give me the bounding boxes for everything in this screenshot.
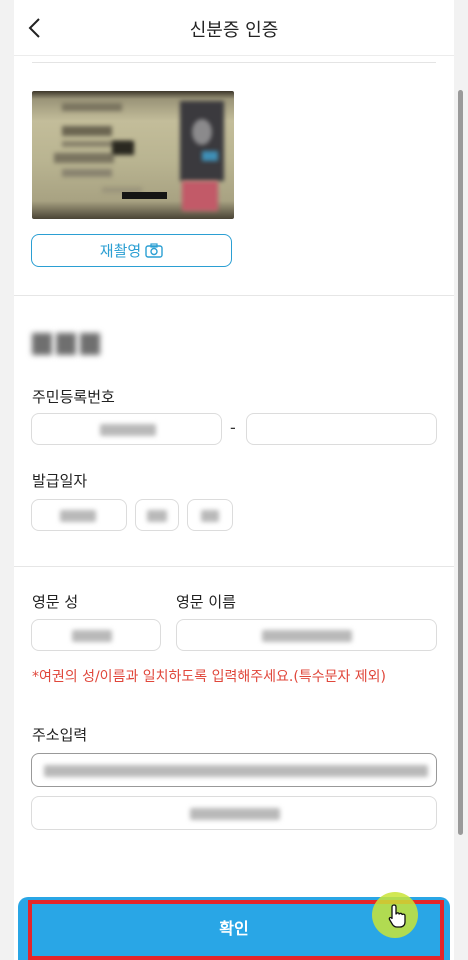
issue-year-input[interactable] <box>31 499 127 531</box>
address-input[interactable] <box>31 753 437 787</box>
english-name-notice: *여권의 성/이름과 일치하도록 입력해주세요.(특수문자 제외) <box>32 669 387 685</box>
hand-cursor-icon <box>388 904 406 928</box>
resident-number-label: 주민등록번호 <box>32 388 115 406</box>
resident-number-separator: - <box>230 418 236 437</box>
id-card-photo <box>32 91 234 219</box>
english-first-name-input[interactable] <box>176 619 437 651</box>
address-label: 주소입력 <box>32 726 88 744</box>
english-last-name-label: 영문 성 <box>32 593 79 611</box>
retake-label: 재촬영 <box>99 242 142 260</box>
page-title: 신분증 인증 <box>189 20 279 41</box>
issue-month-input[interactable] <box>135 499 179 531</box>
camera-icon <box>145 243 163 258</box>
resident-number-front-input[interactable] <box>31 413 222 445</box>
screen: 신분증 인증 재촬영 주민등록번호 - 발급일자 영문 성 영문 이름 *여권의… <box>14 0 454 960</box>
top-bar: 신분증 인증 <box>14 0 454 56</box>
divider <box>32 62 436 63</box>
issue-date-label: 발급일자 <box>32 472 88 490</box>
address-detail-input[interactable] <box>31 796 437 830</box>
section-divider <box>14 566 454 567</box>
retake-button[interactable]: 재촬영 <box>31 234 232 267</box>
resident-number-back-input[interactable] <box>246 413 437 445</box>
english-first-name-label: 영문 이름 <box>176 593 236 611</box>
name-masked <box>32 333 104 357</box>
scrollbar[interactable] <box>458 90 463 835</box>
english-last-name-input[interactable] <box>31 619 161 651</box>
issue-day-input[interactable] <box>187 499 233 531</box>
section-divider <box>14 295 454 296</box>
